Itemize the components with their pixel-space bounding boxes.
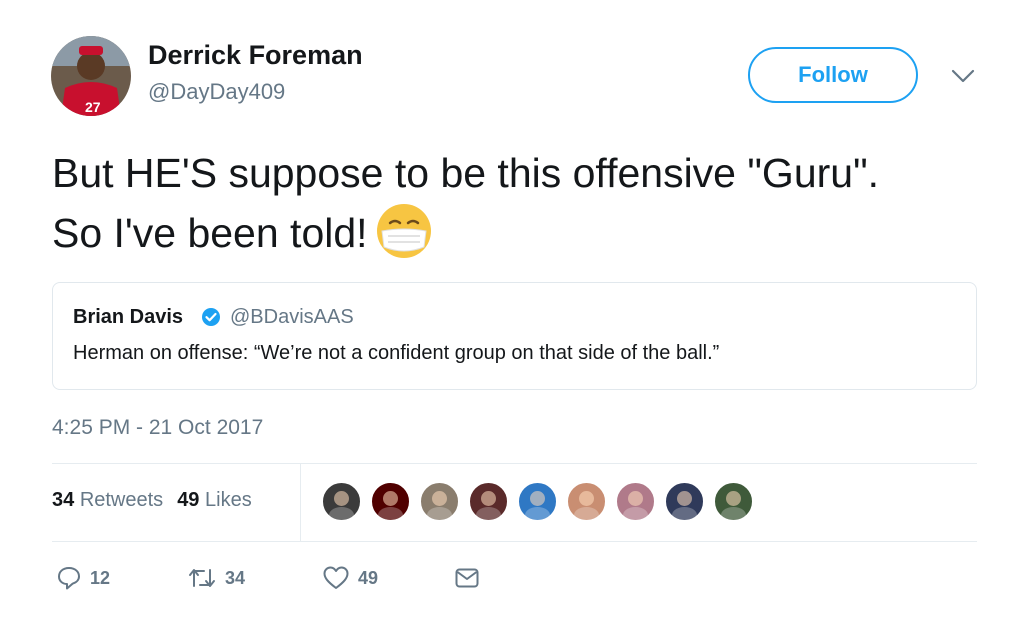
retweets-count: 34: [52, 489, 75, 511]
divider: [52, 541, 977, 542]
author-handle[interactable]: @DayDay409: [148, 79, 285, 105]
likes-stat[interactable]: 49 Likes: [177, 489, 252, 511]
like-count: 49: [358, 567, 379, 588]
divider: [52, 463, 977, 464]
liker-avatar-9-icon[interactable]: [714, 482, 753, 521]
likes-count: 49: [177, 489, 200, 511]
quoted-author-name[interactable]: Brian Davis: [73, 306, 183, 329]
liker-avatar-4-icon[interactable]: [469, 482, 508, 521]
tweet-timestamp[interactable]: 4:25 PM - 21 Oct 2017: [52, 416, 263, 440]
liker-avatar-texas-am-logo-icon[interactable]: [371, 482, 410, 521]
liker-avatar-5-icon[interactable]: [518, 482, 557, 521]
direct-message-button[interactable]: [454, 563, 488, 593]
quoted-tweet[interactable]: [52, 282, 977, 390]
envelope-icon: [455, 568, 479, 588]
quoted-tweet-text: Herman on offense: “We’re not a confiden…: [73, 342, 720, 364]
reply-button[interactable]: 12: [56, 563, 110, 593]
chevron-down-icon[interactable]: [950, 66, 976, 86]
retweets-label: Retweets: [79, 489, 164, 511]
follow-button[interactable]: Follow: [748, 47, 918, 103]
tweet-text-content: But HE'S suppose to be this offensive "G…: [52, 150, 880, 256]
heart-icon: [323, 566, 349, 589]
liker-avatar-3-icon[interactable]: [420, 482, 459, 521]
like-button[interactable]: 49: [322, 563, 378, 593]
retweet-icon: [189, 569, 215, 587]
liker-avatar-6-icon[interactable]: [567, 482, 606, 521]
reply-count: 12: [90, 567, 111, 588]
verified-badge-icon: [201, 307, 221, 327]
divider: [300, 464, 301, 541]
quoted-author-handle[interactable]: @BDavisAAS: [230, 306, 354, 329]
svg-text:27: 27: [85, 99, 101, 115]
author-avatar[interactable]: 27: [51, 36, 131, 116]
liker-avatar-8-icon[interactable]: [665, 482, 704, 521]
retweets-stat[interactable]: 34 Retweets: [52, 489, 163, 511]
tweet-stats: 34 Retweets 49 Likes: [52, 489, 252, 512]
liker-avatar-7-icon[interactable]: [616, 482, 655, 521]
tweet-text: But HE'S suppose to be this offensive "G…: [52, 145, 912, 261]
author-name[interactable]: Derrick Foreman: [148, 40, 363, 71]
liker-avatar-1-icon[interactable]: [322, 482, 361, 521]
face-with-medical-mask-emoji-icon: [374, 201, 434, 261]
likes-label: Likes: [205, 489, 252, 511]
reply-icon: [58, 567, 80, 590]
retweet-button[interactable]: 34: [187, 563, 245, 593]
liker-avatars: [322, 482, 763, 522]
retweet-count: 34: [225, 567, 246, 588]
